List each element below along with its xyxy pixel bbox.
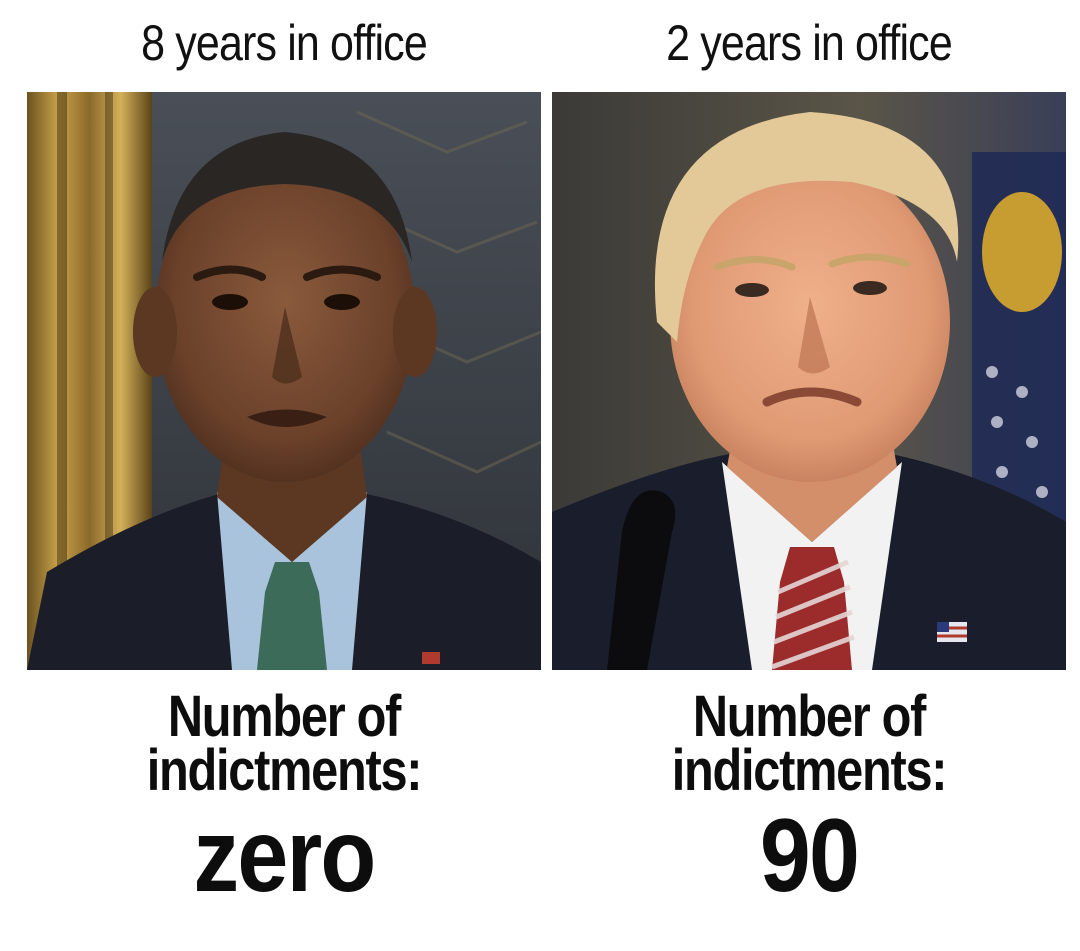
panel-right-photo bbox=[552, 92, 1066, 670]
panel-left-header: 8 years in office bbox=[141, 15, 428, 71]
panel-right-header: 2 years in office bbox=[666, 15, 953, 71]
panel-left-caption-line2: indictments: bbox=[146, 738, 423, 803]
panel-left-caption-line1: Number of bbox=[167, 684, 402, 749]
panel-left: 8 years in office Number of indictments:… bbox=[27, 0, 541, 951]
portrait-left-image bbox=[27, 92, 541, 670]
panel-right-caption-line2: indictments: bbox=[671, 738, 948, 803]
panel-right-count: 90 bbox=[759, 798, 860, 914]
panel-left-count: zero bbox=[193, 798, 376, 914]
panel-right-caption-line1: Number of bbox=[692, 684, 927, 749]
portrait-right-image bbox=[552, 92, 1066, 670]
panel-left-caption: Number of indictments: zero bbox=[27, 684, 541, 914]
panel-left-photo bbox=[27, 92, 541, 670]
panel-right-caption: Number of indictments: 90 bbox=[552, 684, 1066, 914]
panel-right: 2 years in office Number of indictments:… bbox=[552, 0, 1066, 951]
